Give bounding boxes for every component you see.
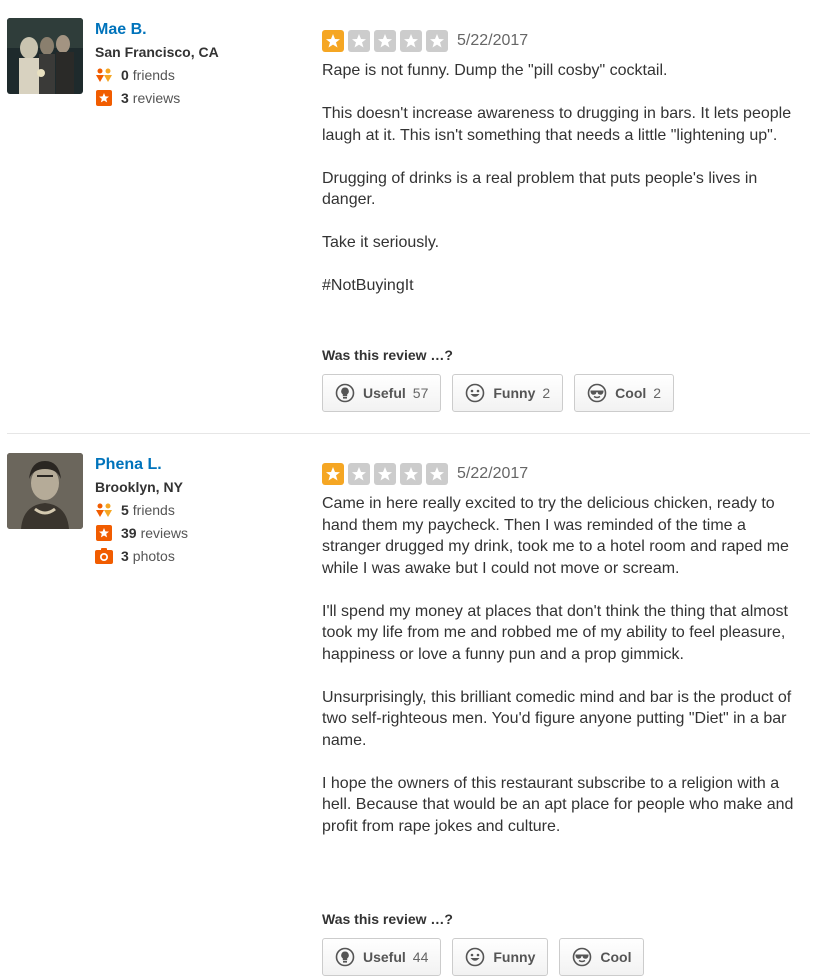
vote-prompt: Was this review …? bbox=[322, 911, 453, 927]
star-empty-icon bbox=[374, 463, 396, 485]
photos-label: photos bbox=[132, 548, 175, 564]
lightbulb-icon bbox=[335, 383, 355, 403]
friends-icon bbox=[95, 66, 113, 84]
review-paragraph: I'll spend my money at places that don't… bbox=[322, 602, 788, 663]
cool-button[interactable]: Cool 2 bbox=[574, 374, 675, 412]
smiley-face-icon bbox=[465, 383, 485, 403]
star-empty-icon bbox=[400, 463, 422, 485]
review-content: 5/22/2017 Came in here really excited to… bbox=[322, 463, 802, 837]
review-content: 5/22/2017 Rape is not funny. Dump the "p… bbox=[322, 30, 802, 297]
user-avatar[interactable] bbox=[7, 18, 83, 94]
review-paragraph: I hope the owners of this restaurant sub… bbox=[322, 774, 794, 835]
friends-stat: 5 friends bbox=[95, 501, 188, 519]
funny-label: Funny bbox=[493, 385, 536, 401]
smiley-face-icon bbox=[465, 947, 485, 967]
cool-button[interactable]: Cool bbox=[559, 938, 645, 976]
review-text: Came in here really excited to try the d… bbox=[322, 493, 802, 837]
reviews-stat: 39 reviews bbox=[95, 524, 188, 542]
review-paragraph: Take it seriously. bbox=[322, 234, 440, 251]
reviews-stat: 3 reviews bbox=[95, 89, 219, 107]
user-location: San Francisco, CA bbox=[95, 44, 219, 60]
funny-label: Funny bbox=[493, 949, 536, 965]
lightbulb-icon bbox=[335, 947, 355, 967]
avatar-photo bbox=[7, 18, 83, 94]
reviews-label: reviews bbox=[132, 90, 181, 106]
vote-section: Was this review …? Useful 44 Funny Cool bbox=[322, 910, 802, 976]
review-paragraph: #NotBuyingIt bbox=[322, 277, 414, 294]
review: Phena L. Brooklyn, NY 5 friends 39 revie… bbox=[0, 434, 810, 978]
avatar-photo bbox=[7, 453, 83, 529]
photos-count: 3 bbox=[121, 548, 129, 564]
rating-row: 5/22/2017 bbox=[322, 463, 802, 485]
useful-button[interactable]: Useful 57 bbox=[322, 374, 442, 412]
star-empty-icon bbox=[426, 463, 448, 485]
user-info: Mae B. San Francisco, CA 0 friends 3 rev… bbox=[95, 20, 219, 107]
friends-label: friends bbox=[132, 502, 175, 518]
cool-label: Cool bbox=[615, 385, 647, 401]
vote-buttons: Useful 44 Funny Cool bbox=[322, 938, 802, 976]
vote-prompt: Was this review …? bbox=[322, 347, 453, 363]
cool-label: Cool bbox=[600, 949, 632, 965]
review-paragraph: Came in here really excited to try the d… bbox=[322, 495, 789, 577]
star-rating bbox=[322, 463, 452, 485]
camera-icon bbox=[95, 547, 113, 565]
reviews-count: 39 bbox=[121, 525, 137, 541]
review-date: 5/22/2017 bbox=[457, 465, 529, 482]
review-paragraph: Unsurprisingly, this brilliant comedic m… bbox=[322, 688, 792, 749]
review-text: Rape is not funny. Dump the "pill cosby"… bbox=[322, 60, 802, 297]
sunglasses-face-icon bbox=[572, 947, 592, 967]
review-star-icon bbox=[95, 524, 113, 542]
star-filled-icon bbox=[322, 30, 344, 52]
sunglasses-face-icon bbox=[587, 383, 607, 403]
friends-icon bbox=[95, 501, 113, 519]
friends-stat: 0 friends bbox=[95, 66, 219, 84]
funny-count: 2 bbox=[542, 385, 551, 401]
useful-count: 57 bbox=[412, 385, 429, 401]
useful-button[interactable]: Useful 44 bbox=[322, 938, 442, 976]
star-filled-icon bbox=[322, 463, 344, 485]
review-paragraph: This doesn't increase awareness to drugg… bbox=[322, 105, 792, 144]
vote-section: Was this review …? Useful 57 Funny 2 Coo… bbox=[322, 346, 802, 412]
star-empty-icon bbox=[348, 30, 370, 52]
vote-buttons: Useful 57 Funny 2 Cool 2 bbox=[322, 374, 802, 412]
useful-label: Useful bbox=[363, 385, 406, 401]
rating-row: 5/22/2017 bbox=[322, 30, 802, 52]
photos-stat: 3 photos bbox=[95, 547, 188, 565]
user-location: Brooklyn, NY bbox=[95, 479, 183, 495]
review: Mae B. San Francisco, CA 0 friends 3 rev… bbox=[0, 0, 810, 434]
reviews-count: 3 bbox=[121, 90, 129, 106]
reviews-label: reviews bbox=[140, 525, 189, 541]
star-empty-icon bbox=[400, 30, 422, 52]
friends-count: 0 bbox=[121, 67, 129, 83]
user-name-link[interactable]: Mae B. bbox=[95, 20, 219, 40]
funny-button[interactable]: Funny bbox=[452, 938, 549, 976]
review-star-icon bbox=[95, 89, 113, 107]
star-empty-icon bbox=[348, 463, 370, 485]
useful-label: Useful bbox=[363, 949, 406, 965]
friends-label: friends bbox=[132, 67, 175, 83]
useful-count: 44 bbox=[412, 949, 429, 965]
user-avatar[interactable] bbox=[7, 453, 83, 529]
user-name-link[interactable]: Phena L. bbox=[95, 455, 188, 475]
review-paragraph: Drugging of drinks is a real problem tha… bbox=[322, 169, 758, 209]
user-info: Phena L. Brooklyn, NY 5 friends 39 revie… bbox=[95, 455, 188, 565]
review-paragraph: Rape is not funny. Dump the "pill cosby"… bbox=[322, 62, 668, 79]
review-date: 5/22/2017 bbox=[457, 32, 529, 49]
star-empty-icon bbox=[374, 30, 396, 52]
cool-count: 2 bbox=[653, 385, 662, 401]
funny-button[interactable]: Funny 2 bbox=[452, 374, 564, 412]
star-rating bbox=[322, 30, 452, 52]
friends-count: 5 bbox=[121, 502, 129, 518]
star-empty-icon bbox=[426, 30, 448, 52]
